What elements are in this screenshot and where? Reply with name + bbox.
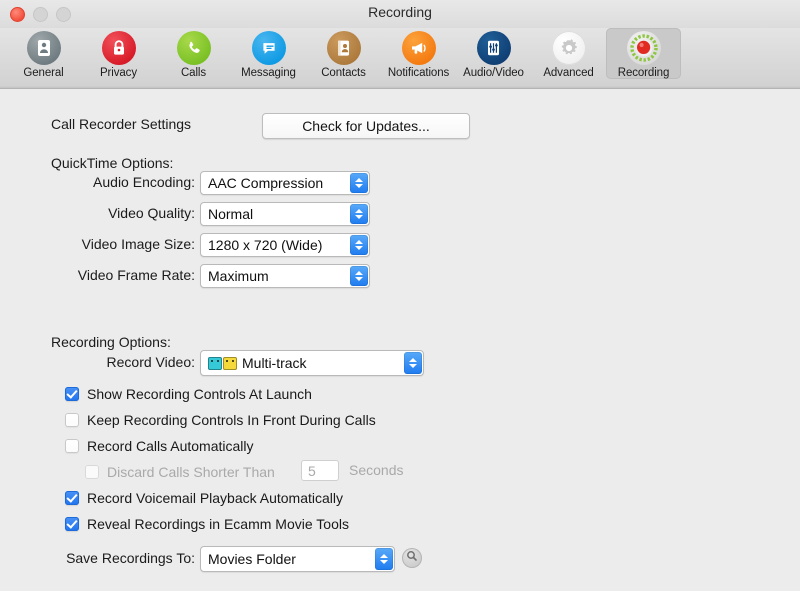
checkbox-reveal-recordings[interactable]: Reveal Recordings in Ecamm Movie Tools: [65, 516, 349, 532]
video-image-size-value: 1280 x 720 (Wide): [201, 237, 322, 253]
recording-pane: Call Recorder Settings Check for Updates…: [0, 89, 800, 591]
record-button-icon: [627, 31, 661, 65]
chat-bubble-icon: [252, 31, 286, 65]
checkbox-keep-controls-in-front-box[interactable]: [65, 413, 79, 427]
video-frame-rate-select[interactable]: Maximum: [200, 264, 370, 288]
checkbox-show-recording-controls-box[interactable]: [65, 387, 79, 401]
video-quality-label: Video Quality:: [40, 205, 195, 221]
video-quality-value: Normal: [201, 206, 253, 222]
sliders-icon: [477, 31, 511, 65]
tab-audio-video[interactable]: Audio/Video: [456, 28, 531, 79]
checkbox-record-voicemail-playback-box[interactable]: [65, 491, 79, 505]
save-recordings-to-value: Movies Folder: [201, 551, 296, 567]
checkbox-keep-controls-in-front[interactable]: Keep Recording Controls In Front During …: [65, 412, 376, 428]
tab-messaging-label: Messaging: [241, 67, 296, 79]
checkbox-reveal-recordings-label: Reveal Recordings in Ecamm Movie Tools: [87, 516, 349, 532]
record-video-value: Multi-track: [242, 355, 307, 371]
tab-calls[interactable]: Calls: [156, 28, 231, 79]
audio-encoding-stepper[interactable]: [350, 173, 368, 193]
magnifier-icon: [406, 549, 418, 567]
preferences-toolbar: General Privacy Calls Messaging: [0, 28, 800, 89]
phone-icon: [177, 31, 211, 65]
multitrack-faces-icon: [208, 357, 237, 370]
contacts-card-icon: [327, 31, 361, 65]
record-video-stepper[interactable]: [404, 352, 422, 374]
audio-encoding-label: Audio Encoding:: [40, 174, 195, 190]
save-recordings-to-select[interactable]: Movies Folder: [200, 546, 395, 572]
recording-options-heading: Recording Options:: [51, 334, 171, 350]
tab-notifications-label: Notifications: [388, 67, 449, 79]
tab-audio-video-label: Audio/Video: [463, 67, 524, 79]
video-image-size-stepper[interactable]: [350, 235, 368, 255]
tab-general[interactable]: General: [6, 28, 81, 79]
checkbox-keep-controls-in-front-label: Keep Recording Controls In Front During …: [87, 412, 376, 428]
audio-encoding-value: AAC Compression: [201, 175, 323, 191]
tab-contacts[interactable]: Contacts: [306, 28, 381, 79]
tab-notifications[interactable]: Notifications: [381, 28, 456, 79]
checkbox-record-voicemail-playback[interactable]: Record Voicemail Playback Automatically: [65, 490, 343, 506]
audio-encoding-select[interactable]: AAC Compression: [200, 171, 370, 195]
check-for-updates-button[interactable]: Check for Updates...: [262, 113, 470, 139]
title-bar: Recording: [0, 0, 800, 28]
video-frame-rate-label: Video Frame Rate:: [40, 267, 195, 283]
call-recorder-settings-row: Call Recorder Settings: [51, 116, 191, 132]
tab-recording[interactable]: Recording: [606, 28, 681, 79]
checkbox-record-voicemail-playback-label: Record Voicemail Playback Automatically: [87, 490, 343, 506]
checkbox-discard-calls-shorter-than[interactable]: Discard Calls Shorter Than: [85, 464, 275, 480]
video-image-size-label: Video Image Size:: [40, 236, 195, 252]
video-quality-select[interactable]: Normal: [200, 202, 370, 226]
reveal-in-finder-button[interactable]: [402, 548, 422, 568]
general-icon: [27, 31, 61, 65]
call-recorder-settings-label: Call Recorder Settings: [51, 116, 191, 132]
megaphone-icon: [402, 31, 436, 65]
checkbox-show-recording-controls-label: Show Recording Controls At Launch: [87, 386, 312, 402]
tab-messaging[interactable]: Messaging: [231, 28, 306, 79]
checkbox-discard-calls-shorter-than-box[interactable]: [85, 465, 99, 479]
video-quality-stepper[interactable]: [350, 204, 368, 224]
checkbox-discard-calls-shorter-than-label: Discard Calls Shorter Than: [107, 464, 275, 480]
tab-advanced-label: Advanced: [543, 67, 593, 79]
tab-calls-label: Calls: [181, 67, 206, 79]
gear-icon: [552, 31, 586, 65]
record-video-label: Record Video:: [40, 354, 195, 370]
window-title: Recording: [0, 4, 800, 20]
record-video-select[interactable]: Multi-track: [200, 350, 424, 376]
tab-recording-label: Recording: [618, 67, 670, 79]
video-frame-rate-value: Maximum: [201, 268, 269, 284]
checkbox-record-calls-automatically-label: Record Calls Automatically: [87, 438, 254, 454]
tab-privacy-label: Privacy: [100, 67, 137, 79]
save-recordings-to-stepper[interactable]: [375, 548, 393, 570]
tab-privacy[interactable]: Privacy: [81, 28, 156, 79]
checkbox-reveal-recordings-box[interactable]: [65, 517, 79, 531]
checkbox-record-calls-automatically-box[interactable]: [65, 439, 79, 453]
quicktime-options-heading: QuickTime Options:: [51, 155, 173, 171]
discard-seconds-input[interactable]: 5: [301, 460, 339, 481]
tab-general-label: General: [23, 67, 63, 79]
checkbox-show-recording-controls[interactable]: Show Recording Controls At Launch: [65, 386, 312, 402]
tab-advanced[interactable]: Advanced: [531, 28, 606, 79]
preferences-window: Recording General Privacy Calls: [0, 0, 800, 591]
privacy-lock-icon: [102, 31, 136, 65]
video-image-size-select[interactable]: 1280 x 720 (Wide): [200, 233, 370, 257]
video-frame-rate-stepper[interactable]: [350, 266, 368, 286]
tab-contacts-label: Contacts: [321, 67, 366, 79]
discard-seconds-unit-label: Seconds: [349, 462, 403, 478]
checkbox-record-calls-automatically[interactable]: Record Calls Automatically: [65, 438, 254, 454]
save-recordings-to-label: Save Recordings To:: [40, 550, 195, 566]
